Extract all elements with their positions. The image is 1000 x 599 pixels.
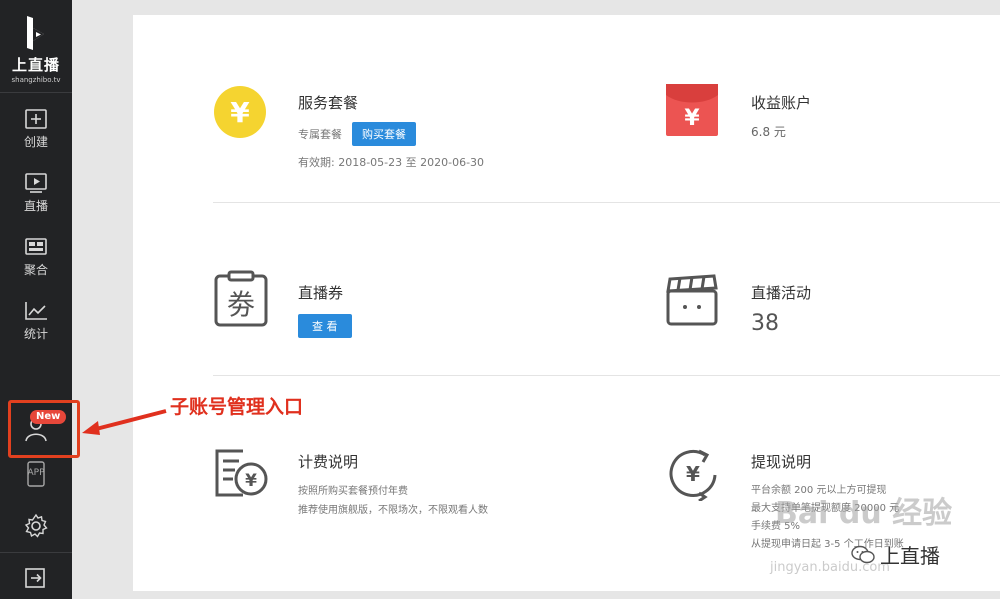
sidebar-item-label: 聚合 [23, 263, 48, 277]
red-packet-icon: ¥ [666, 84, 718, 136]
activity-title: 直播活动 [751, 284, 812, 302]
row-divider [213, 375, 1000, 376]
svg-text:¥: ¥ [684, 106, 700, 131]
sidebar-item-logout[interactable] [0, 566, 72, 594]
ticket-info: 直播券 查 看 [298, 282, 352, 338]
ticket-title: 直播券 [298, 284, 344, 302]
ticket-section: 劵 [213, 270, 269, 332]
activity-info: 直播活动 38 [751, 282, 811, 336]
row-divider [213, 202, 1000, 203]
account-watermark: 上直播 [850, 540, 940, 569]
sidebar-divider [0, 552, 72, 553]
earnings-title: 收益账户 [751, 94, 812, 112]
sidebar-item-app[interactable]: APP [0, 460, 72, 494]
play-screen-icon [25, 173, 47, 193]
phone-icon: APP [27, 461, 45, 487]
sidebar-item-live[interactable]: 直播 [0, 172, 72, 228]
annotation-arrow [82, 409, 167, 435]
withdraw-title: 提现说明 [751, 453, 812, 471]
clapperboard-icon [666, 274, 718, 326]
validity-period: 有效期: 2018-05-23 至 2020-06-30 [298, 156, 485, 169]
service-package-section: ¥ [213, 85, 267, 143]
sidebar-item-stats[interactable]: 统计 [0, 300, 72, 356]
logo-icon [27, 16, 44, 50]
annotation-label: 子账号管理入口 [170, 396, 304, 418]
wechat-icon [851, 545, 875, 563]
grid-icon [25, 238, 47, 255]
activity-count: 38 [751, 311, 779, 336]
sidebar: 上直播 shangzhibo.tv 创建 直播 聚合 统计 APP [0, 0, 72, 599]
brand-domain: shangzhibo.tv [11, 76, 61, 84]
account-name: 上直播 [880, 544, 940, 568]
earnings-info: 收益账户 6.8 元 [751, 92, 811, 140]
app-label: APP [27, 468, 45, 478]
view-ticket-button[interactable]: 查 看 [298, 314, 352, 338]
service-package-info: 服务套餐 专属套餐 购买套餐 有效期: 2018-05-23 至 2020-06… [298, 92, 484, 170]
billing-section: ¥ [213, 447, 269, 503]
buy-package-button[interactable]: 购买套餐 [352, 122, 416, 146]
line-chart-icon [25, 302, 47, 320]
sidebar-item-aggregate[interactable]: 聚合 [0, 236, 72, 292]
sidebar-item-label: 创建 [23, 135, 48, 149]
plus-square-icon [25, 109, 47, 129]
earnings-value: 6.8 元 [751, 125, 786, 139]
annotation-highlight-box [8, 400, 80, 458]
bill-icon: ¥ [215, 449, 268, 497]
svg-text:¥: ¥ [686, 462, 700, 486]
yen-coin-icon: ¥ [214, 86, 266, 138]
logout-icon [25, 568, 45, 588]
sidebar-item-settings[interactable] [0, 512, 72, 542]
svg-text:¥: ¥ [245, 471, 257, 491]
withdraw-icon: ¥ [669, 449, 717, 503]
activity-section [665, 273, 719, 331]
billing-title: 计费说明 [298, 453, 359, 471]
svg-text:劵: 劵 [227, 288, 255, 321]
earnings-section: ¥ [665, 83, 719, 141]
sidebar-item-label: 直播 [23, 199, 48, 213]
sidebar-item-label: 统计 [23, 327, 48, 341]
svg-text:¥: ¥ [230, 96, 250, 129]
new-badge: New [30, 410, 67, 424]
sidebar-divider [0, 92, 72, 93]
billing-line: 按照所购买套餐预付年费 [298, 486, 408, 497]
billing-info: 计费说明 按照所购买套餐预付年费 推荐使用旗舰版，不限场次，不限观看人数 [298, 451, 488, 516]
brand-name: 上直播 [11, 56, 60, 74]
sidebar-item-create[interactable]: 创建 [0, 108, 72, 164]
package-type: 专属套餐 [298, 128, 342, 141]
billing-line: 推荐使用旗舰版，不限场次，不限观看人数 [298, 505, 488, 516]
brand-logo[interactable]: 上直播 shangzhibo.tv [0, 14, 72, 84]
gear-icon [24, 513, 48, 538]
baidu-watermark: Bai du 经验 [775, 496, 953, 531]
ticket-icon: 劵 [214, 270, 268, 327]
withdraw-section: ¥ [665, 445, 721, 505]
service-package-title: 服务套餐 [298, 94, 359, 112]
